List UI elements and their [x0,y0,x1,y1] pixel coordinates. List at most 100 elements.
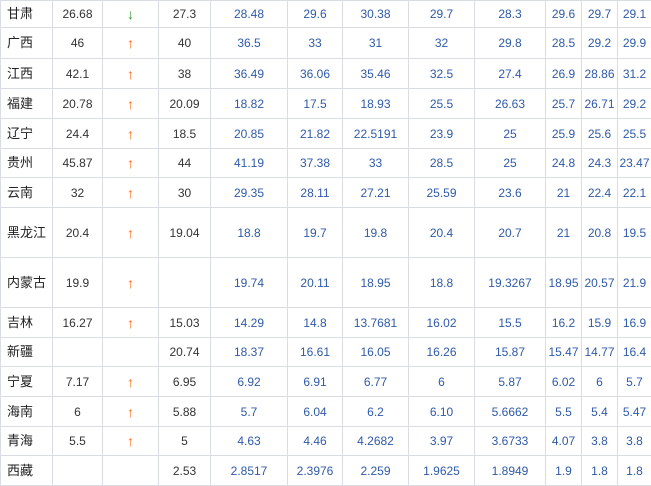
history-price-cell: 23.47 [618,149,651,178]
history-price-cell: 1.8 [618,456,651,486]
history-price-cell: 25.5 [618,119,651,149]
previous-price-cell: 44 [159,149,211,178]
history-price-cell: 24.3 [582,149,618,178]
history-price-cell: 29.7 [409,1,475,28]
trend-cell: ↑ [103,258,159,308]
province-cell: 云南 [1,178,53,208]
history-price-cell: 5.5 [546,397,582,427]
trend-cell: ↑ [103,367,159,397]
table-row: 宁夏7.17↑6.956.926.916.7765.876.0265.7 [1,367,651,397]
trend-up-icon: ↑ [127,35,134,51]
history-price-cell: 20.4 [409,208,475,258]
history-price-cell: 20.11 [288,258,343,308]
current-price-cell: 46 [53,28,103,59]
history-price-cell: 29.2 [618,89,651,119]
table-row: 福建20.78↑20.0918.8217.518.9325.526.6325.7… [1,89,651,119]
history-price-cell: 13.7681 [343,308,409,338]
history-price-cell: 21.9 [618,258,651,308]
history-price-cell: 6.77 [343,367,409,397]
current-price-cell [53,338,103,367]
trend-up-icon: ↑ [127,404,134,420]
history-price-cell: 4.46 [288,427,343,456]
trend-cell: ↑ [103,308,159,338]
history-price-cell: 19.74 [211,258,288,308]
history-price-cell: 3.6733 [475,427,546,456]
table-row: 西藏2.532.85172.39762.2591.96251.89491.91.… [1,456,651,486]
current-price-cell: 5.5 [53,427,103,456]
previous-price-cell: 30 [159,178,211,208]
history-price-cell: 36.49 [211,59,288,89]
current-price-cell: 16.27 [53,308,103,338]
history-price-cell: 35.46 [343,59,409,89]
trend-cell: ↑ [103,178,159,208]
province-cell: 江西 [1,59,53,89]
history-price-cell: 16.05 [343,338,409,367]
trend-up-icon: ↑ [127,275,134,291]
history-price-cell: 4.07 [546,427,582,456]
table-row: 新疆20.7418.3716.6116.0516.2615.8715.4714.… [1,338,651,367]
history-price-cell: 19.7 [288,208,343,258]
history-price-cell: 6.92 [211,367,288,397]
trend-up-icon: ↑ [127,433,134,449]
price-table: 甘肃26.68↓27.328.4829.630.3829.728.329.629… [0,0,651,486]
history-price-cell: 36.5 [211,28,288,59]
history-price-cell: 21.82 [288,119,343,149]
trend-cell: ↑ [103,427,159,456]
history-price-cell: 27.21 [343,178,409,208]
history-price-cell: 15.87 [475,338,546,367]
history-price-cell: 32 [409,28,475,59]
province-cell: 内蒙古 [1,258,53,308]
history-price-cell: 18.95 [546,258,582,308]
current-price-cell: 19.9 [53,258,103,308]
trend-cell [103,456,159,486]
province-cell: 甘肃 [1,1,53,28]
previous-price-cell: 19.04 [159,208,211,258]
history-price-cell: 5.47 [618,397,651,427]
history-price-cell: 1.8 [582,456,618,486]
history-price-cell: 16.2 [546,308,582,338]
previous-price-cell: 2.53 [159,456,211,486]
history-price-cell: 14.29 [211,308,288,338]
history-price-cell: 22.4 [582,178,618,208]
history-price-cell: 19.5 [618,208,651,258]
history-price-cell: 3.8 [582,427,618,456]
history-price-cell: 18.95 [343,258,409,308]
province-cell: 广西 [1,28,53,59]
trend-cell: ↑ [103,149,159,178]
trend-up-icon: ↑ [127,66,134,82]
history-price-cell: 18.93 [343,89,409,119]
history-price-cell: 25.9 [546,119,582,149]
current-price-cell: 32 [53,178,103,208]
history-price-cell: 1.9625 [409,456,475,486]
history-price-cell: 25.7 [546,89,582,119]
history-price-cell: 24.8 [546,149,582,178]
history-price-cell: 6 [582,367,618,397]
history-price-cell: 14.77 [582,338,618,367]
history-price-cell: 25 [475,119,546,149]
trend-cell: ↑ [103,89,159,119]
history-price-cell: 14.8 [288,308,343,338]
history-price-cell: 28.5 [409,149,475,178]
history-price-cell: 29.7 [582,1,618,28]
province-cell: 辽宁 [1,119,53,149]
previous-price-cell: 6.95 [159,367,211,397]
history-price-cell: 29.6 [546,1,582,28]
history-price-cell: 3.97 [409,427,475,456]
trend-cell: ↑ [103,397,159,427]
history-price-cell: 31 [343,28,409,59]
province-cell: 宁夏 [1,367,53,397]
history-price-cell: 6.91 [288,367,343,397]
table-row: 黑龙江20.4↑19.0418.819.719.820.420.72120.81… [1,208,651,258]
current-price-cell: 42.1 [53,59,103,89]
history-price-cell: 23.6 [475,178,546,208]
previous-price-cell: 27.3 [159,1,211,28]
history-price-cell: 20.85 [211,119,288,149]
history-price-cell: 6.10 [409,397,475,427]
trend-cell: ↑ [103,119,159,149]
history-price-cell: 29.35 [211,178,288,208]
history-price-cell: 26.63 [475,89,546,119]
history-price-cell: 21 [546,208,582,258]
previous-price-cell: 5 [159,427,211,456]
history-price-cell: 29.9 [618,28,651,59]
history-price-cell: 5.7 [618,367,651,397]
